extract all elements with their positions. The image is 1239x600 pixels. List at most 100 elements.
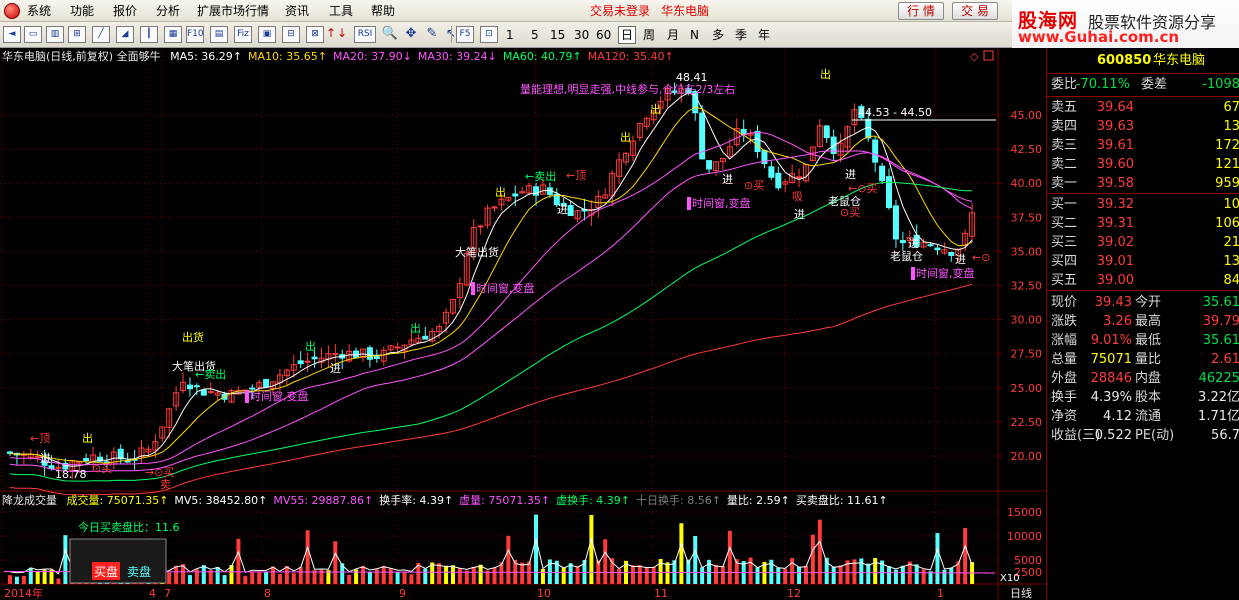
volume-unit-label: X10 (1000, 573, 1020, 584)
date-tick-label: 7 (164, 587, 171, 600)
stat-label: 涨跌 (1051, 314, 1078, 329)
signal-label: ⊙买 (744, 179, 764, 192)
magnifier-icon[interactable]: 🔍 (381, 26, 399, 43)
volume-bar (437, 563, 442, 584)
bids-row[interactable]: 买一 39.32 10 (1047, 195, 1239, 214)
menu-analysis[interactable]: 分析 (156, 3, 180, 19)
asks-row[interactable]: 卖二 39.60 121 (1047, 155, 1239, 174)
period-multi[interactable]: 多 (712, 27, 724, 43)
window-icon[interactable]: ▭ (24, 26, 42, 43)
low-price-label: 18.78 (55, 468, 87, 481)
asks-volume: 172 (1215, 138, 1239, 153)
period-quarter[interactable]: 季 (735, 27, 747, 43)
volume-bar (174, 565, 179, 584)
site-watermark: 股海网 股票软件资源分享 www.Guhai.com.cn (1012, 0, 1239, 48)
draw-icon[interactable]: Fiz (234, 26, 252, 43)
asks-row[interactable]: 卖四 39.63 13 (1047, 117, 1239, 136)
tile-icon[interactable]: ▣ (258, 26, 276, 43)
stat-value: 35.61 (1202, 333, 1239, 348)
volume-bar (35, 571, 40, 584)
pen-icon[interactable]: ✎ (423, 26, 441, 43)
bids-row[interactable]: 买二 39.31 106 (1047, 214, 1239, 233)
kline-icon[interactable]: ▥ (46, 26, 64, 43)
menu-extended-market[interactable]: 扩展市场行情 (197, 3, 269, 19)
period-15min[interactable]: 15 (550, 27, 565, 43)
bids-row[interactable]: 买四 39.01 13 (1047, 252, 1239, 271)
stat-value: 46225 (1198, 371, 1239, 386)
ma-legend-item: MA30: 39.24↓ (417, 50, 497, 63)
bids-label: 买四 (1051, 254, 1078, 269)
ma-legend-item: MA120: 35.40↑ (587, 50, 674, 63)
candle-down (422, 335, 429, 340)
candle-icon[interactable]: ┃ (140, 26, 158, 43)
menu-system[interactable]: 系统 (27, 3, 51, 19)
menu-quote[interactable]: 报价 (113, 3, 137, 19)
kline-chart-svg[interactable]: 45.00 42.50 40.00 37.50 35.00 32.50 30.00 27.50… (0, 48, 1046, 600)
bids-row[interactable]: 买五 39.00 84 (1047, 271, 1239, 290)
down-arrow-icon[interactable]: ↓ (333, 26, 351, 43)
menu-help[interactable]: 帮助 (371, 3, 395, 19)
fiz-icon[interactable]: ▤ (210, 26, 228, 43)
asks-row[interactable]: 卖一 39.58 959 (1047, 174, 1239, 193)
asks-label: 卖一 (1051, 176, 1078, 191)
signal-label: 进 (794, 208, 805, 221)
volume-tick-label: 10000 (1007, 530, 1042, 543)
ma20-line (9, 131, 973, 466)
rsi-icon[interactable]: RSI (354, 26, 376, 43)
signal-label: 进 (908, 237, 919, 250)
stat-label: 内盘 (1135, 371, 1162, 386)
period-60min[interactable]: 60 (596, 27, 611, 43)
layout-icon[interactable]: ⊟ (282, 26, 300, 43)
fund-icon[interactable]: ▦ (164, 26, 182, 43)
bids-price: 39.31 (1096, 216, 1134, 231)
back-icon[interactable]: ◄ (3, 26, 21, 43)
period-n-day[interactable]: N (690, 27, 699, 43)
asks-row[interactable]: 卖三 39.61 172 (1047, 136, 1239, 155)
period-week[interactable]: 周 (643, 27, 655, 43)
menu-tools[interactable]: 工具 (329, 3, 353, 19)
minute-icon[interactable]: ⊞ (68, 26, 86, 43)
period-5min[interactable]: 5 (531, 27, 539, 43)
menu-function[interactable]: 功能 (70, 3, 94, 19)
volume-bar (637, 565, 642, 584)
price-tick-label: 32.50 (1011, 280, 1043, 293)
period-month[interactable]: 月 (667, 27, 679, 43)
trade-tab-button[interactable]: 交 易 (952, 2, 998, 20)
area-chart-icon[interactable]: ◢ (116, 26, 134, 43)
kline-chart-area[interactable]: 45.00 42.50 40.00 37.50 35.00 32.50 30.00 27.50… (0, 48, 1046, 600)
bids-row[interactable]: 买三 39.02 21 (1047, 233, 1239, 252)
quote-tab-button[interactable]: 行 情 (898, 2, 944, 20)
signal-label: ←卖出 (525, 169, 556, 183)
period-1min[interactable]: 1 (506, 27, 514, 43)
stat-value: 3.22亿 (1198, 390, 1239, 405)
volume-legend-item: 虚换手: 4.39↑ (556, 494, 630, 507)
volume-bar (935, 533, 940, 584)
stat-value: 56.7 (1211, 428, 1239, 443)
stat-row: 涨幅 9.01% 最低 35.61 (1047, 331, 1239, 350)
line-chart-icon[interactable]: ╱ (92, 26, 110, 43)
ma60-line (9, 181, 973, 482)
volume-bar (56, 578, 61, 584)
menu-news[interactable]: 资讯 (285, 3, 309, 19)
f10-icon[interactable]: F10 (186, 26, 204, 43)
candle-up (304, 360, 311, 363)
period-day[interactable]: 日 (618, 26, 637, 44)
candle-down (899, 240, 906, 244)
move-icon[interactable]: ✥ (402, 26, 420, 43)
date-tick-label: 11 (654, 587, 668, 600)
stat-value: 28846 (1090, 371, 1132, 386)
asks-label: 卖二 (1051, 157, 1078, 172)
volume-bar (381, 565, 386, 584)
volume-bar (271, 566, 276, 584)
signal-label: 出 (410, 321, 421, 335)
stat-label: 最低 (1135, 333, 1162, 348)
period-30min[interactable]: 30 (574, 27, 589, 43)
candle-down (706, 160, 713, 170)
mini-chart-icon[interactable]: ⊡ (480, 26, 498, 43)
fs-icon[interactable]: F5 (456, 26, 474, 43)
stat-value: 4.39% (1090, 390, 1132, 405)
asks-label: 卖三 (1051, 138, 1078, 153)
period-year[interactable]: 年 (758, 27, 770, 43)
asks-row[interactable]: 卖五 39.64 67 (1047, 98, 1239, 117)
stat-value: 75071 (1090, 352, 1132, 367)
